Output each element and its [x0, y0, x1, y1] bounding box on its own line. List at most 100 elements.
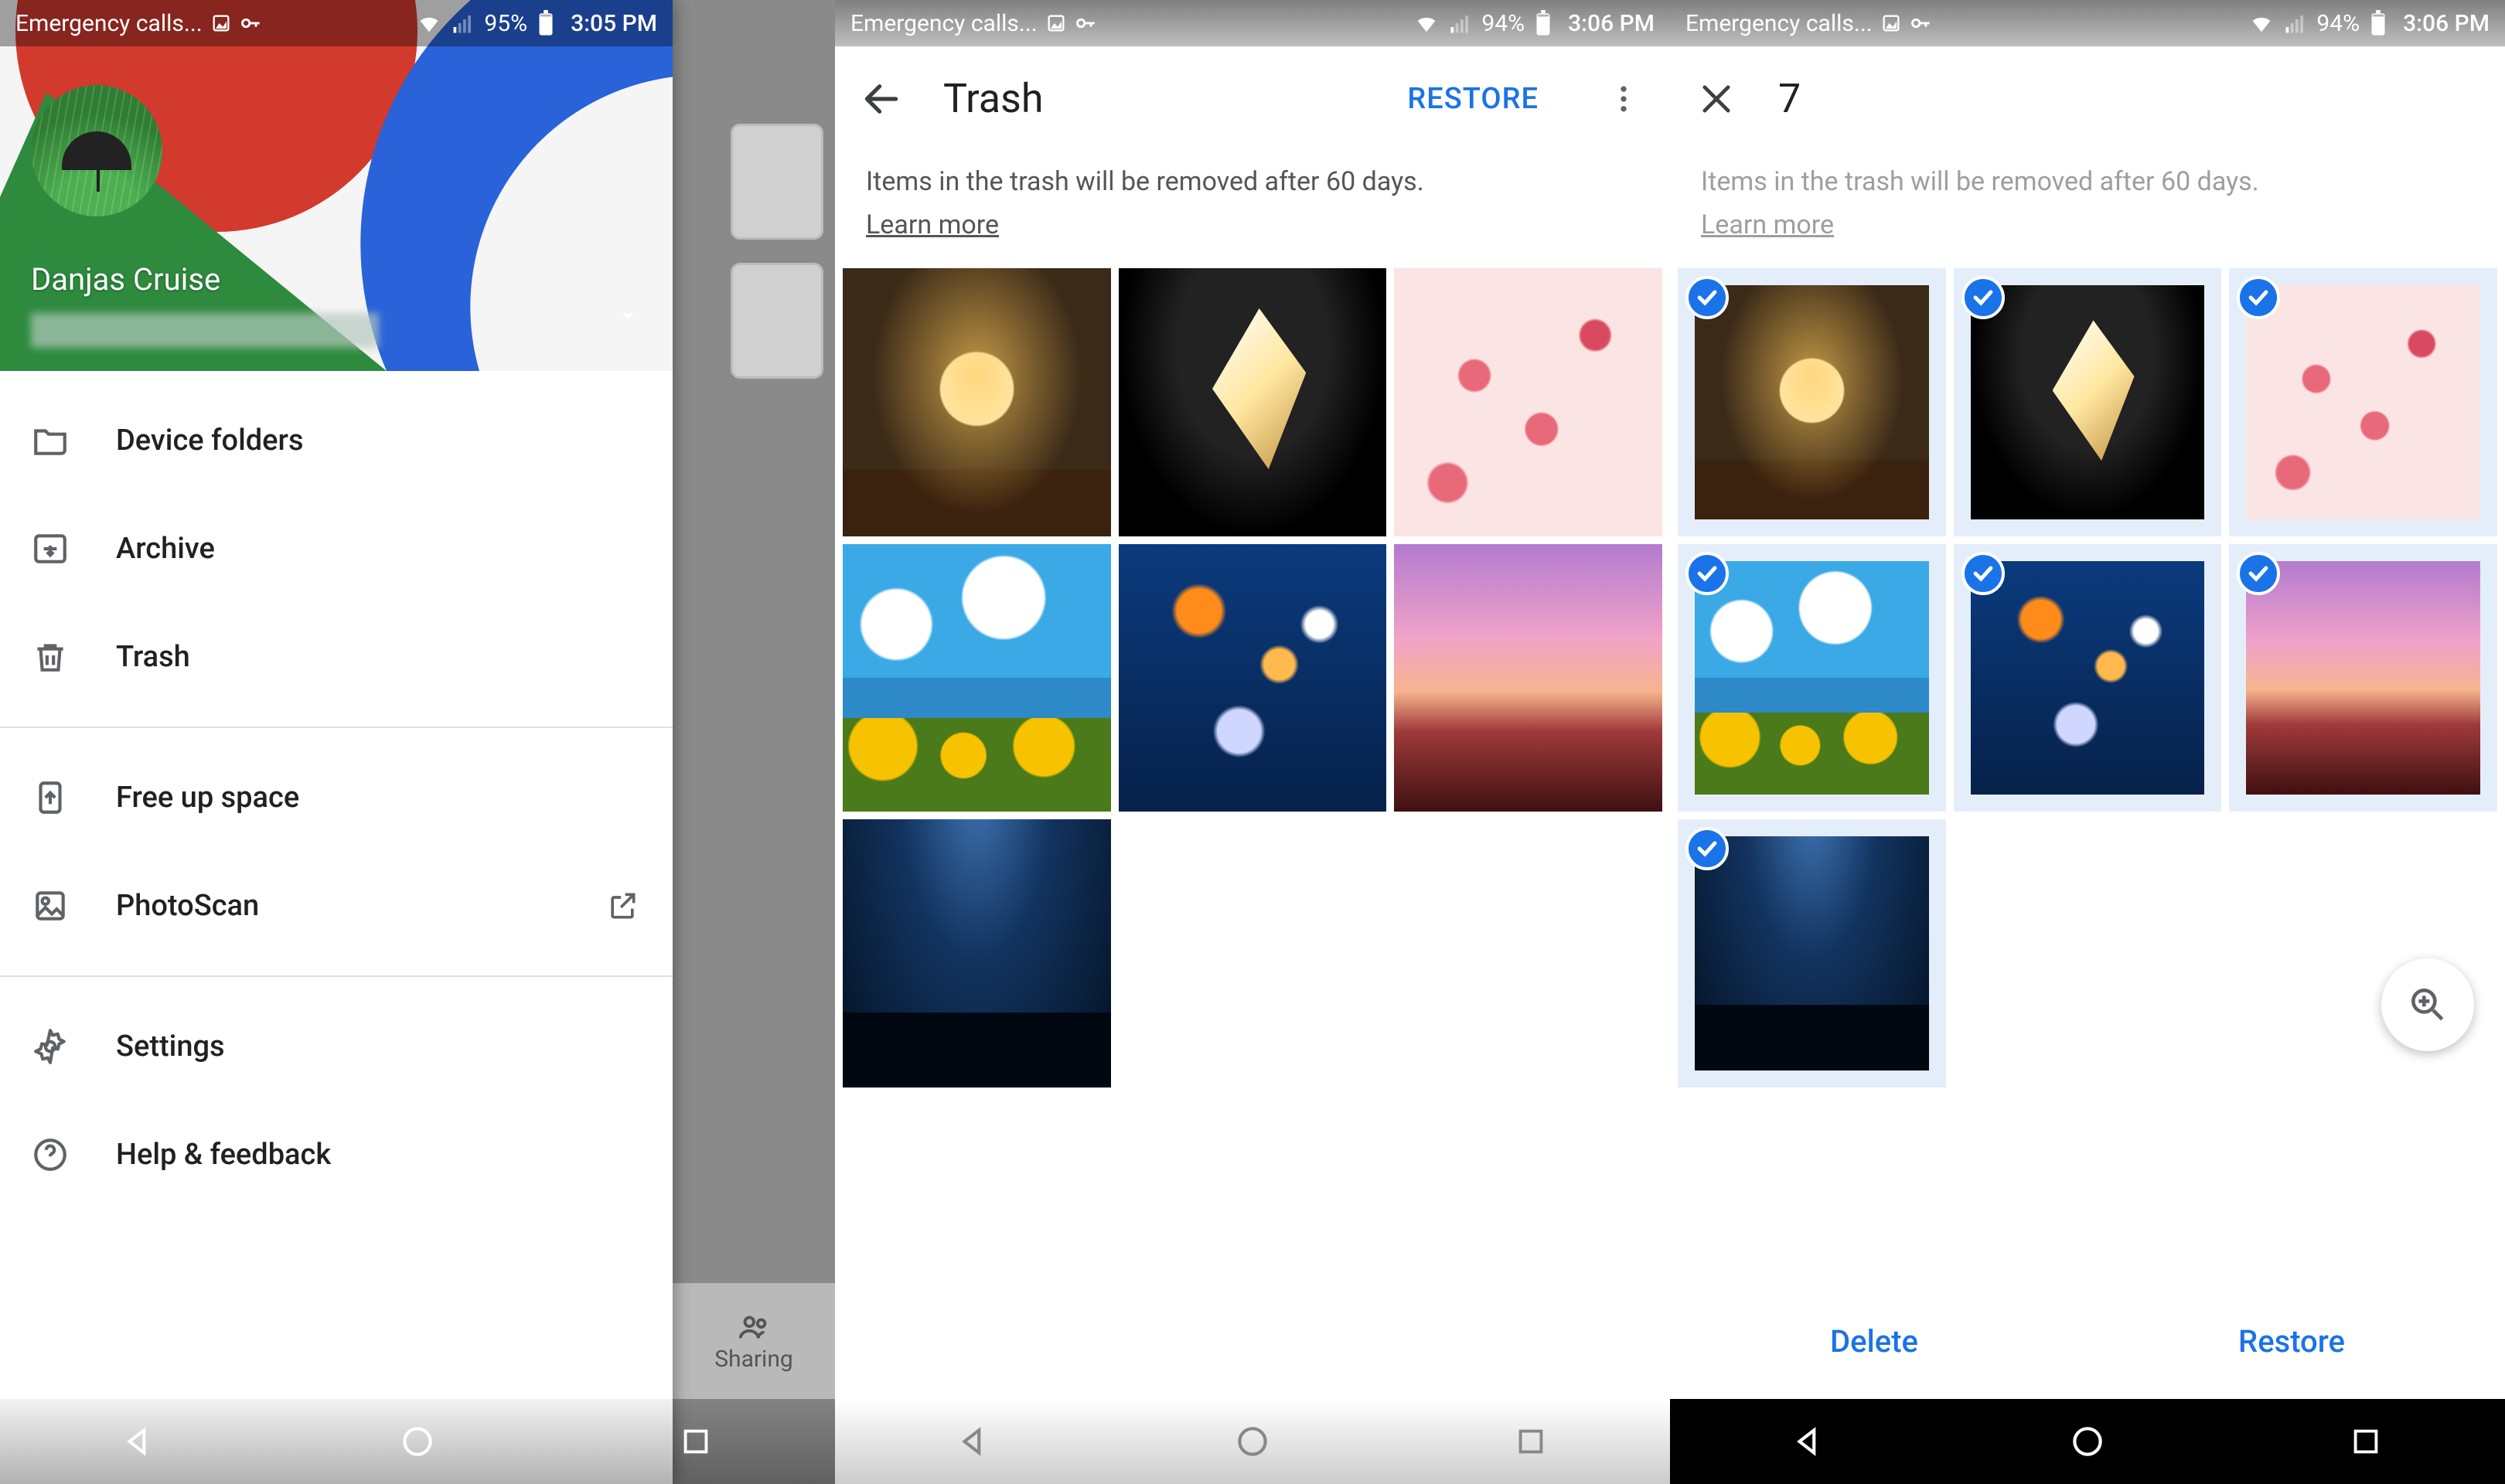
drawer-item-device-folders[interactable]: Device folders: [0, 386, 673, 495]
drawer-item-help-feedback[interactable]: Help & feedback: [0, 1101, 673, 1209]
photo-thumbnail-selected[interactable]: [2229, 544, 2497, 812]
battery-percent: 94%: [1481, 10, 1525, 37]
signal-icon: [2284, 12, 2307, 35]
navigation-drawer: Danjas Cruise Emergency calls... 95% 3:0…: [0, 0, 673, 1484]
drawer-item-label: Trash: [116, 640, 642, 674]
system-nav-bar: [1670, 1399, 2505, 1484]
drawer-item-photoscan[interactable]: PhotoScan: [0, 852, 673, 960]
overflow-menu-button[interactable]: [1600, 76, 1647, 122]
zoom-fab[interactable]: [2381, 958, 2474, 1051]
status-notification-text: Emergency calls...: [1685, 10, 1873, 37]
close-selection-button[interactable]: [1693, 76, 1740, 122]
back-button[interactable]: [858, 76, 905, 122]
nav-back-button[interactable]: [1786, 1418, 1832, 1465]
drawer-scrim[interactable]: [673, 0, 835, 1484]
photo-thumbnail[interactable]: [1394, 268, 1662, 536]
photo-thumbnail-selected[interactable]: [1678, 819, 1946, 1087]
account-dropdown-icon[interactable]: [614, 301, 642, 332]
drawer-item-free-up-space[interactable]: Free up space: [0, 744, 673, 852]
check-icon: [1685, 276, 1729, 319]
wifi-icon: [416, 10, 442, 36]
screen-trash-selection: Emergency calls... 94% 3:06 PM 7 Items i…: [1670, 0, 2505, 1484]
photo-thumbnail[interactable]: [843, 819, 1111, 1087]
drawer-header[interactable]: Danjas Cruise: [0, 0, 673, 371]
drawer-item-label: Help & feedback: [116, 1138, 642, 1172]
wifi-icon: [2248, 10, 2275, 36]
key-icon: [240, 12, 261, 34]
account-name: Danjas Cruise: [31, 261, 220, 298]
screen-drawer: Sharing Danjas Cruise Emergency: [0, 0, 835, 1484]
trash-info-banner: Items in the trash will be removed after…: [1670, 151, 2505, 268]
selection-app-bar: 7: [1670, 46, 2505, 151]
zoom-in-icon: [2406, 983, 2449, 1026]
page-title: Trash: [943, 75, 1368, 122]
check-icon: [1961, 552, 2005, 595]
drawer-item-label: Settings: [116, 1030, 642, 1064]
wifi-icon: [1413, 10, 1440, 36]
nav-home-button[interactable]: [2064, 1418, 2111, 1465]
battery-percent: 95%: [484, 10, 527, 37]
photo-thumbnail-selected[interactable]: [1678, 544, 1946, 812]
check-icon: [1685, 552, 1729, 595]
people-icon: [736, 1310, 772, 1346]
check-icon: [1685, 827, 1729, 870]
gear-icon: [31, 1027, 70, 1066]
trash-icon: [31, 638, 70, 676]
key-icon: [1075, 12, 1096, 34]
nav-home-button[interactable]: [1229, 1418, 1276, 1465]
selection-count: 7: [1778, 75, 2482, 122]
photo-grid: [835, 268, 1670, 1087]
nav-back-button[interactable]: [116, 1418, 162, 1465]
photo-thumbnail-selected[interactable]: [1954, 544, 2222, 812]
account-avatar[interactable]: [31, 85, 162, 216]
selection-action-bar: Delete Restore: [1670, 1283, 2505, 1399]
nav-home-button[interactable]: [394, 1418, 441, 1465]
photo-thumbnail-selected[interactable]: [2229, 268, 2497, 536]
bottom-tab-sharing[interactable]: Sharing: [673, 1283, 835, 1399]
nav-recents-button[interactable]: [2343, 1418, 2389, 1465]
key-icon: [1910, 12, 1931, 34]
photo-thumbnail-selected[interactable]: [1678, 268, 1946, 536]
status-time: 3:06 PM: [2403, 10, 2490, 37]
screenshot-icon: [1045, 12, 1067, 34]
battery-icon: [537, 10, 555, 36]
status-notification-text: Emergency calls...: [15, 10, 203, 37]
help-icon: [31, 1135, 70, 1174]
restore-button[interactable]: Restore: [2238, 1323, 2345, 1360]
check-icon: [1961, 276, 2005, 319]
photo-thumbnail[interactable]: [1119, 544, 1387, 812]
restore-all-button[interactable]: RESTORE: [1407, 82, 1539, 116]
nav-recents-button[interactable]: [673, 1418, 719, 1465]
trash-info-text: Items in the trash will be removed after…: [866, 166, 1424, 197]
nav-back-button[interactable]: [951, 1418, 997, 1465]
photo-grid: [1670, 268, 2505, 1087]
drawer-item-label: Free up space: [116, 781, 642, 815]
status-notification-text: Emergency calls...: [850, 10, 1038, 37]
photo-thumbnail[interactable]: [843, 544, 1111, 812]
drawer-item-settings[interactable]: Settings: [0, 992, 673, 1101]
delete-button[interactable]: Delete: [1830, 1323, 1918, 1360]
nav-recents-button[interactable]: [1508, 1418, 1554, 1465]
status-bar: Emergency calls... 95% 3:05 PM: [0, 0, 673, 46]
status-time: 3:06 PM: [1568, 10, 1655, 37]
account-email-redacted: [31, 313, 379, 348]
learn-more-link[interactable]: Learn more: [1701, 206, 1834, 245]
photo-thumbnail[interactable]: [843, 268, 1111, 536]
folder-icon: [31, 421, 70, 460]
archive-icon: [31, 529, 70, 568]
divider: [0, 727, 673, 728]
drawer-item-label: Device folders: [116, 424, 642, 458]
battery-icon: [2369, 10, 2387, 36]
photo-thumbnail-selected[interactable]: [1954, 268, 2222, 536]
drawer-item-archive[interactable]: Archive: [0, 495, 673, 603]
drawer-item-trash[interactable]: Trash: [0, 603, 673, 711]
app-bar: Trash RESTORE: [835, 46, 1670, 151]
learn-more-link[interactable]: Learn more: [866, 206, 999, 245]
photo-thumbnail[interactable]: [1394, 544, 1662, 812]
status-time: 3:05 PM: [571, 10, 657, 37]
status-bar: Emergency calls... 94% 3:06 PM: [835, 0, 1670, 46]
free-up-space-icon: [31, 778, 70, 817]
photo-thumbnail[interactable]: [1119, 268, 1387, 536]
screenshot-icon: [1880, 12, 1902, 34]
background-card: [731, 124, 823, 240]
